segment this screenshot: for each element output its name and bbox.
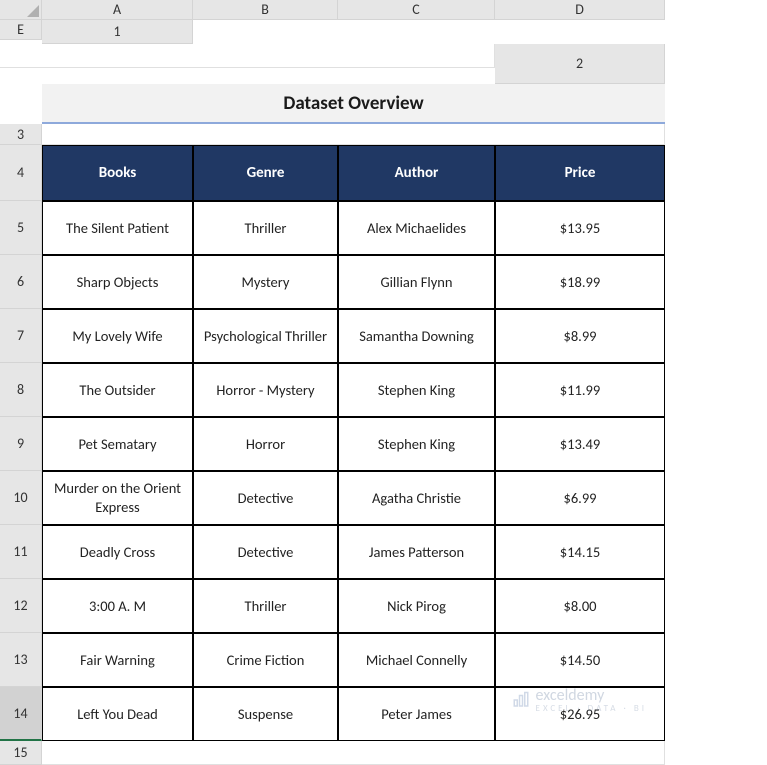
cell-genre[interactable]: Thriller	[193, 201, 338, 255]
col-header-D[interactable]: D	[495, 0, 665, 20]
row-header-8[interactable]: 8	[0, 363, 42, 417]
col-header-E[interactable]: E	[0, 20, 42, 40]
cell-price[interactable]: $6.99	[495, 471, 665, 525]
table-header-price[interactable]: Price	[495, 145, 665, 201]
cell-author[interactable]: Samantha Downing	[338, 309, 495, 363]
cell-genre[interactable]: Mystery	[193, 255, 338, 309]
cell-book[interactable]: My Lovely Wife	[42, 309, 193, 363]
cell-author[interactable]: Stephen King	[338, 417, 495, 471]
cell-price[interactable]: $13.49	[495, 417, 665, 471]
cell-book[interactable]: Murder on the Orient Express	[42, 471, 193, 525]
table-header-books[interactable]: Books	[42, 145, 193, 201]
row-header-4[interactable]: 4	[0, 145, 42, 201]
col-header-A[interactable]: A	[42, 0, 193, 20]
col-header-C[interactable]: C	[338, 0, 495, 20]
cell-book[interactable]: Left You Dead	[42, 687, 193, 741]
cell-price[interactable]: $18.99	[495, 255, 665, 309]
cell-genre[interactable]: Thriller	[193, 579, 338, 633]
row-header-14[interactable]: 14	[0, 687, 42, 741]
cell-price[interactable]: $14.15	[495, 525, 665, 579]
cell-genre[interactable]: Detective	[193, 471, 338, 525]
cell-book[interactable]: Fair Warning	[42, 633, 193, 687]
cell-author[interactable]: Gillian Flynn	[338, 255, 495, 309]
cell-book[interactable]: The Silent Patient	[42, 201, 193, 255]
row-header-5[interactable]: 5	[0, 201, 42, 255]
row-header-12[interactable]: 12	[0, 579, 42, 633]
cell-price[interactable]: $11.99	[495, 363, 665, 417]
row-header-13[interactable]: 13	[0, 633, 42, 687]
cell-author[interactable]: Peter James	[338, 687, 495, 741]
cell-genre[interactable]: Detective	[193, 525, 338, 579]
row-header-15[interactable]: 15	[0, 741, 42, 765]
cell-price[interactable]: $8.99	[495, 309, 665, 363]
cell-genre[interactable]: Psychological Thriller	[193, 309, 338, 363]
cell-price[interactable]: $14.50	[495, 633, 665, 687]
row-header-9[interactable]: 9	[0, 417, 42, 471]
cell-author[interactable]: Stephen King	[338, 363, 495, 417]
col-header-B[interactable]: B	[193, 0, 338, 20]
page-title[interactable]: Dataset Overview	[42, 84, 665, 124]
row-header-1[interactable]: 1	[42, 20, 193, 44]
cell-author[interactable]: Nick Pirog	[338, 579, 495, 633]
cell-book[interactable]: The Outsider	[42, 363, 193, 417]
table-header-genre[interactable]: Genre	[193, 145, 338, 201]
cell-book[interactable]: Pet Sematary	[42, 417, 193, 471]
row-header-11[interactable]: 11	[0, 525, 42, 579]
cell[interactable]	[0, 44, 495, 68]
cell-book[interactable]: Sharp Objects	[42, 255, 193, 309]
cell-price[interactable]: $13.95	[495, 201, 665, 255]
cell-author[interactable]: Alex Michaelides	[338, 201, 495, 255]
row-header-7[interactable]: 7	[0, 309, 42, 363]
row-header-3[interactable]: 3	[0, 124, 42, 145]
cell-genre[interactable]: Crime Fiction	[193, 633, 338, 687]
cell[interactable]	[42, 124, 665, 145]
cell-genre[interactable]: Suspense	[193, 687, 338, 741]
cell-author[interactable]: Michael Connelly	[338, 633, 495, 687]
select-all-corner[interactable]	[0, 0, 42, 20]
spreadsheet-grid: A B C D E 1 2 Dataset Overview 3 4 Books…	[0, 0, 767, 765]
cell-genre[interactable]: Horror	[193, 417, 338, 471]
row-header-2[interactable]: 2	[495, 44, 665, 84]
cell-book[interactable]: Deadly Cross	[42, 525, 193, 579]
cell-book[interactable]: 3:00 A. M	[42, 579, 193, 633]
cell-price[interactable]: $26.95	[495, 687, 665, 741]
table-header-author[interactable]: Author	[338, 145, 495, 201]
cell[interactable]	[42, 741, 665, 765]
cell-genre[interactable]: Horror - Mystery	[193, 363, 338, 417]
row-header-10[interactable]: 10	[0, 471, 42, 525]
cell-author[interactable]: Agatha Christie	[338, 471, 495, 525]
cell-price[interactable]: $8.00	[495, 579, 665, 633]
cell-author[interactable]: James Patterson	[338, 525, 495, 579]
row-header-6[interactable]: 6	[0, 255, 42, 309]
